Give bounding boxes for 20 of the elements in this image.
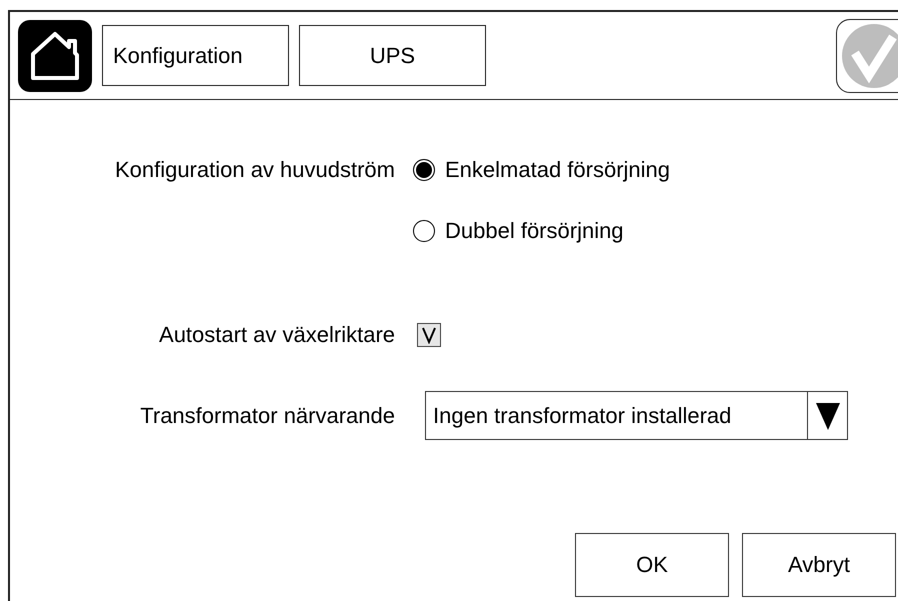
checkmark-icon — [841, 22, 898, 88]
dialog-button[interactable]: OK — [575, 533, 729, 597]
dropdown-value: Ingen transformator installerad — [432, 402, 732, 430]
option-label: Enkelmatad försörjning — [445, 156, 670, 184]
home-icon — [29, 30, 81, 82]
field-label: Konfiguration av huvudström — [114, 156, 395, 184]
radio-option[interactable]: Enkelmatad försörjning — [413, 154, 898, 186]
field-label: Autostart av växelriktare — [158, 321, 395, 349]
breadcrumb-button[interactable]: Konfiguration — [102, 25, 289, 86]
confirm-button[interactable] — [836, 18, 898, 92]
checkbox[interactable] — [417, 323, 441, 347]
dialog-button[interactable]: Avbryt — [742, 533, 896, 597]
breadcrumb-button[interactable]: UPS — [299, 25, 486, 86]
field-label: Transformator närvarande — [139, 402, 395, 430]
home-button[interactable] — [18, 20, 92, 92]
option-label: Dubbel försörjning — [445, 217, 624, 245]
radio-option[interactable]: Dubbel försörjning — [413, 215, 898, 247]
check-icon — [421, 326, 437, 344]
dropdown[interactable]: Ingen transformator installerad — [425, 391, 848, 440]
dropdown-arrow-icon — [814, 400, 840, 430]
